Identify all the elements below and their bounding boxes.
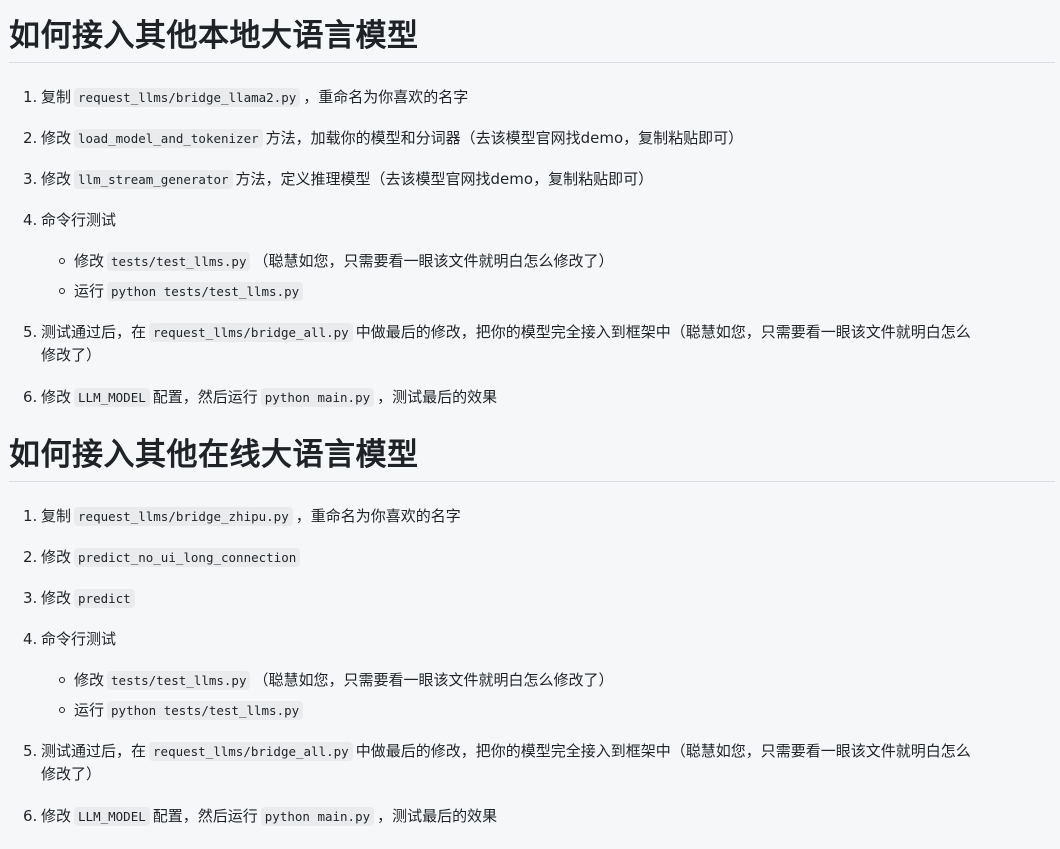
step-number: 1. <box>23 88 38 106</box>
inline-code: request_llms/bridge_all.py <box>149 323 353 342</box>
section-local-models: 如何接入其他本地大语言模型 1. 复制 request_llms/bridge_l… <box>9 16 1060 407</box>
list-item: 5. 测试通过后，在 request_llms/bridge_all.py 中做最后… <box>9 740 1051 785</box>
step-number: 5. <box>23 323 38 341</box>
step-number: 6. <box>23 807 38 825</box>
list-item: 1. 复制 request_llms/bridge_llama2.py ，重命名为你… <box>9 86 468 109</box>
step-text: 修改了） <box>41 765 102 783</box>
heading-divider <box>9 62 1055 63</box>
step-number: 4. <box>23 211 38 229</box>
sub-list-item: 修改 tests/test_llms.py （聪慧如您，只需要看一眼该文件就明白怎么… <box>9 669 614 692</box>
document-page: 如何接入其他本地大语言模型 1. 复制 request_llms/bridge_l… <box>0 0 1060 849</box>
step-number: 6. <box>23 388 38 406</box>
inline-code: python tests/test_llms.py <box>107 701 304 720</box>
step-text: 运行 <box>74 282 105 300</box>
inline-code: load_model_and_tokenizer <box>74 129 263 148</box>
sub-list-item: 运行 python tests/test_llms.py <box>9 280 306 303</box>
inline-code: predict_no_ui_long_connection <box>74 548 301 567</box>
list-item: 4. 命令行测试 <box>9 209 116 231</box>
step-text: ，重命名为你喜欢的名字 <box>295 507 461 525</box>
inline-code: python main.py <box>260 807 375 826</box>
inline-code: python tests/test_llms.py <box>107 282 304 301</box>
step-text: 中做最后的修改，把你的模型完全接入到框架中（聪慧如您，只需要看一眼该文件就明白怎… <box>355 742 971 760</box>
step-text: 中做最后的修改，把你的模型完全接入到框架中（聪慧如您，只需要看一眼该文件就明白怎… <box>355 323 971 341</box>
step-text: 命令行测试 <box>41 630 117 648</box>
step-text: 修改 <box>41 129 72 147</box>
section-online-models: 如何接入其他在线大语言模型 1. 复制 request_llms/bridge_z… <box>9 435 1060 826</box>
list-item: 4. 命令行测试 <box>9 628 116 650</box>
section-title: 如何接入其他在线大语言模型 <box>9 437 419 473</box>
step-text: 方法，定义推理模型（去该模型官网找demo，复制粘贴即可） <box>235 170 654 188</box>
step-text: 修改 <box>74 252 105 270</box>
step-text: 命令行测试 <box>41 211 117 229</box>
sub-list-item: 运行 python tests/test_llms.py <box>9 699 306 722</box>
list-item: 1. 复制 request_llms/bridge_zhipu.py ，重命名为你喜… <box>9 505 461 528</box>
list-item: 2. 修改 predict_no_ui_long_connection <box>9 546 303 569</box>
step-number: 2. <box>23 548 38 566</box>
step-text: （聪慧如您，只需要看一眼该文件就明白怎么修改了） <box>253 252 614 270</box>
bullet-circle-icon <box>59 677 65 683</box>
step-text: 修改了） <box>41 346 102 364</box>
inline-code: python main.py <box>260 388 375 407</box>
step-text: 修改 <box>41 388 72 406</box>
step-number: 2. <box>23 129 38 147</box>
step-text: 测试通过后，在 <box>41 323 147 341</box>
step-number: 4. <box>23 630 38 648</box>
step-number: 5. <box>23 742 38 760</box>
step-text: 方法，加载你的模型和分词器（去该模型官网找demo，复制粘贴即可） <box>265 129 744 147</box>
section-title: 如何接入其他本地大语言模型 <box>9 18 419 54</box>
step-text: 修改 <box>41 548 72 566</box>
sub-list-item: 修改 tests/test_llms.py （聪慧如您，只需要看一眼该文件就明白怎么… <box>9 250 614 273</box>
step-text: ，测试最后的效果 <box>377 388 498 406</box>
step-number: 3. <box>23 170 38 188</box>
inline-code: request_llms/bridge_llama2.py <box>74 88 301 107</box>
bullet-circle-icon <box>59 288 65 294</box>
inline-code: request_llms/bridge_zhipu.py <box>74 507 293 526</box>
step-text: 复制 <box>41 507 72 525</box>
step-text: 配置，然后运行 <box>152 388 258 406</box>
step-text: 配置，然后运行 <box>152 807 258 825</box>
list-item: 5. 测试通过后，在 request_llms/bridge_all.py 中做最后… <box>9 321 1051 366</box>
step-text: 修改 <box>74 671 105 689</box>
list-item: 6. 修改 LLM_MODEL 配置，然后运行 python main.py ，测试最后… <box>9 805 497 828</box>
step-text: 测试通过后，在 <box>41 742 147 760</box>
step-number: 3. <box>23 589 38 607</box>
inline-code: tests/test_llms.py <box>107 252 251 271</box>
list-item: 3. 修改 predict <box>9 587 138 610</box>
step-text: 复制 <box>41 88 72 106</box>
inline-code: llm_stream_generator <box>74 170 233 189</box>
heading-divider <box>9 481 1055 482</box>
step-text: 修改 <box>41 807 72 825</box>
inline-code: predict <box>74 589 135 608</box>
inline-code: LLM_MODEL <box>74 388 150 407</box>
step-text: （聪慧如您，只需要看一眼该文件就明白怎么修改了） <box>253 671 614 689</box>
bullet-circle-icon <box>59 707 65 713</box>
step-number: 1. <box>23 507 38 525</box>
bullet-circle-icon <box>59 258 65 264</box>
step-text: ，重命名为你喜欢的名字 <box>303 88 469 106</box>
step-text: ，测试最后的效果 <box>377 807 498 825</box>
inline-code: request_llms/bridge_all.py <box>149 742 353 761</box>
step-text: 运行 <box>74 701 105 719</box>
step-text: 修改 <box>41 589 72 607</box>
inline-code: tests/test_llms.py <box>107 671 251 690</box>
list-item: 6. 修改 LLM_MODEL 配置，然后运行 python main.py ，测试最后… <box>9 386 497 409</box>
list-item: 2. 修改 load_model_and_tokenizer 方法，加载你的模型和分… <box>9 127 743 150</box>
inline-code: LLM_MODEL <box>74 807 150 826</box>
step-text: 修改 <box>41 170 72 188</box>
list-item: 3. 修改 llm_stream_generator 方法，定义推理模型（去该模型官… <box>9 168 653 191</box>
